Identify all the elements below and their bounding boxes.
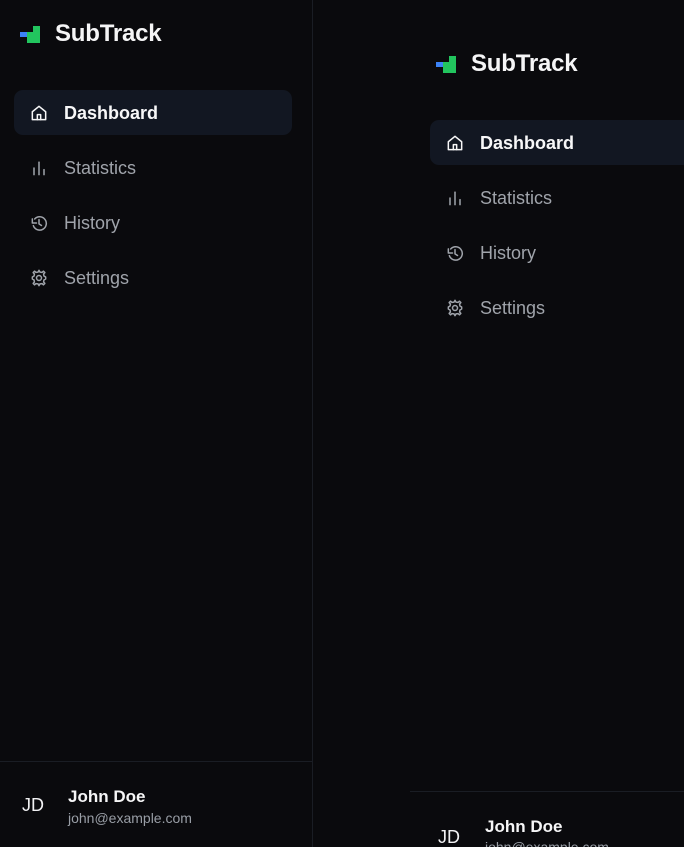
sidebar-item-statistics[interactable]: Statistics	[430, 175, 684, 220]
sidebar-item-dashboard[interactable]: Dashboard	[14, 90, 292, 135]
user-name: John Doe	[485, 817, 563, 836]
subtrack-logo-icon	[18, 22, 42, 46]
user-email: john@example.com	[68, 810, 192, 826]
user-profile[interactable]: JD John Doe john@example.com	[410, 791, 684, 847]
sidebar-navigation: Dashboard Statistics History Settings	[14, 90, 292, 310]
sidebar-item-label: Settings	[64, 267, 130, 288]
duplicate-sidebar: SubTrack Dashboard Statistics History Se…	[410, 0, 684, 847]
avatar: JD	[438, 827, 460, 847]
sidebar-item-label: History	[64, 212, 121, 233]
sidebar-item-history[interactable]: History	[430, 230, 684, 275]
sidebar-item-label: Statistics	[480, 187, 553, 208]
home-icon	[445, 133, 465, 153]
bar-chart-icon	[445, 188, 465, 208]
sidebar-navigation: Dashboard Statistics History Settings	[430, 120, 684, 340]
user-email: john@example.com	[485, 839, 609, 847]
brand[interactable]: SubTrack	[434, 48, 578, 80]
sidebar-item-label: Dashboard	[480, 132, 575, 153]
sidebar-item-history[interactable]: History	[14, 200, 292, 245]
home-icon	[29, 103, 49, 123]
brand[interactable]: SubTrack	[18, 18, 162, 50]
sidebar-item-label: Settings	[480, 297, 546, 318]
primary-sidebar: SubTrack Dashboard Statistics History Se…	[0, 0, 313, 847]
app-window: SubTrack Dashboard Statistics History Se…	[0, 0, 684, 847]
gear-icon	[445, 298, 465, 318]
bar-chart-icon	[29, 158, 49, 178]
user-name: John Doe	[68, 787, 146, 806]
sidebar-item-label: Dashboard	[64, 102, 159, 123]
sidebar-item-label: Statistics	[64, 157, 137, 178]
history-icon	[29, 213, 49, 233]
avatar: JD	[22, 795, 44, 815]
sidebar-item-settings[interactable]: Settings	[430, 285, 684, 330]
brand-name: SubTrack	[55, 20, 162, 47]
user-profile[interactable]: JD John Doe john@example.com	[0, 761, 312, 847]
sidebar-item-label: History	[480, 242, 537, 263]
sidebar-item-settings[interactable]: Settings	[14, 255, 292, 300]
sidebar-item-dashboard[interactable]: Dashboard	[430, 120, 684, 165]
history-icon	[445, 243, 465, 263]
gear-icon	[29, 268, 49, 288]
sidebar-item-statistics[interactable]: Statistics	[14, 145, 292, 190]
brand-name: SubTrack	[471, 50, 578, 77]
subtrack-logo-icon	[434, 52, 458, 76]
